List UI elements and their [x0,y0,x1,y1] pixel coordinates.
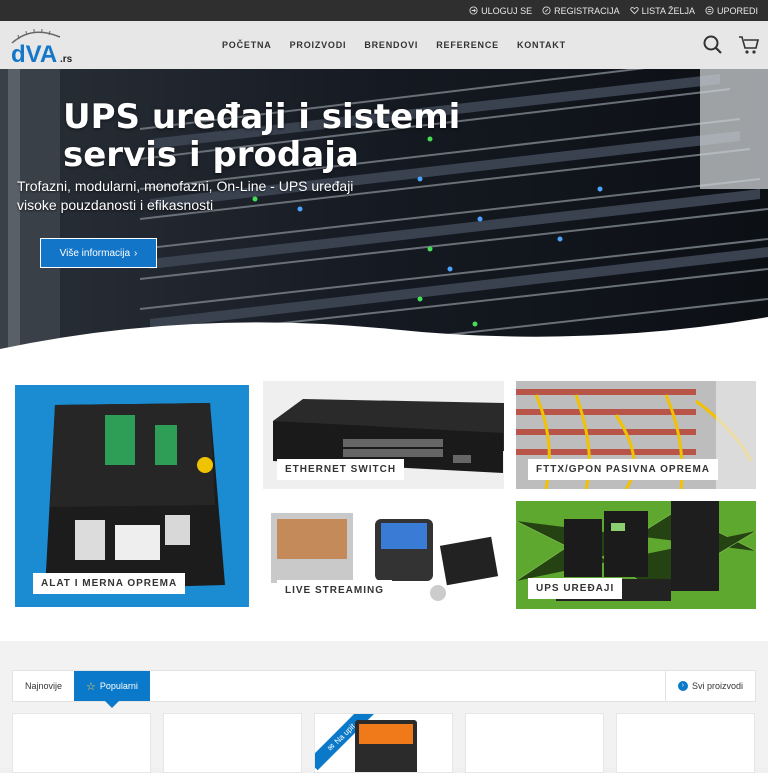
category-tile-ethernet-switch[interactable]: ETHERNET SWITCH [263,381,504,489]
category-tile-ups[interactable]: UPS UREĐAJI [516,501,756,609]
main-header: dVA .rs POČETNA PROIZVODI BRENDOVI REFER… [0,21,768,69]
product-card[interactable] [12,713,151,773]
product-card[interactable] [465,713,604,773]
all-products-button[interactable]: › Svi proizvodi [664,671,755,701]
category-tile-alat[interactable]: ALAT I MERNA OPREMA [15,385,249,607]
nav-item-reference[interactable]: REFERENCE [436,40,499,50]
category-tile-fttx[interactable]: FTTX/GPON PASIVNA OPREMA [516,381,756,489]
main-nav: POČETNA PROIZVODI BRENDOVI REFERENCE KON… [222,21,566,69]
more-info-label: Više informacija [59,247,131,259]
product-card[interactable]: ✉ Na upit [314,713,453,773]
category-label: ETHERNET SWITCH [277,459,405,480]
site-logo[interactable]: dVA .rs [8,25,78,68]
login-label: ULOGUJ SE [481,5,533,16]
star-icon: ☆ [86,680,96,693]
edit-icon [542,6,551,15]
nav-item-proizvodi[interactable]: PROIZVODI [290,40,347,50]
cart-icon[interactable] [738,34,760,56]
hero-subtitle: Trofazni, modularni, monofazni, On-Line … [17,178,354,213]
hero-title: UPS uređaji i sistemi servis i prodaja [63,97,461,175]
top-bar: ULOGUJ SE REGISTRACIJA LISTA ŽELJA UPORE… [0,0,768,21]
product-card[interactable] [616,713,755,773]
tab-popularni[interactable]: ☆ Popularni [74,671,150,708]
product-image [355,720,417,772]
wishlist-link[interactable]: LISTA ŽELJA [629,5,695,16]
hero-banner: UPS uređaji i sistemi servis i prodaja T… [0,69,768,369]
svg-text:dVA: dVA [11,41,57,65]
more-info-button[interactable]: Više informacija › [40,238,157,268]
nav-item-pocetna[interactable]: POČETNA [222,40,272,50]
login-link[interactable]: ULOGUJ SE [469,6,532,16]
tab-najnovije[interactable]: Najnovije [13,671,74,701]
login-icon [469,6,478,15]
wishlist-label: LISTA ŽELJA [641,5,695,16]
nav-item-kontakt[interactable]: KONTAKT [517,40,566,50]
category-label: FTTX/GPON PASIVNA OPREMA [528,459,719,480]
arrow-right-circle-icon: › [677,681,688,691]
tab-label: Najnovije [25,681,63,691]
category-label: LIVE STREAMING [277,580,393,601]
hero-wave-divider [0,317,768,369]
compare-icon [705,6,714,15]
products-section: Najnovije ☆ Popularni › Svi proizvodi ✉ … [0,641,768,773]
register-label: REGISTRACIJA [554,5,620,16]
compare-label: UPOREDI [716,5,758,16]
category-tile-live-streaming[interactable]: LIVE STREAMING [263,501,504,609]
search-icon[interactable] [702,34,724,56]
category-label: ALAT I MERNA OPREMA [33,573,186,594]
register-link[interactable]: REGISTRACIJA [542,6,620,16]
svg-text:.rs: .rs [60,54,73,65]
heart-icon [629,7,639,15]
tab-label: Popularni [99,681,138,691]
compare-link[interactable]: UPOREDI [705,6,758,16]
category-grid: ALAT I MERNA OPREMA ETHERNET SWITCH FTTX… [0,369,768,641]
nav-item-brendovi[interactable]: BRENDOVI [364,40,418,50]
category-label: UPS UREĐAJI [528,578,623,599]
product-card[interactable] [163,713,302,773]
chevron-right-icon: › [134,247,138,259]
all-products-label: Svi proizvodi [691,681,743,691]
product-tabs: Najnovije ☆ Popularni › Svi proizvodi [12,670,756,708]
